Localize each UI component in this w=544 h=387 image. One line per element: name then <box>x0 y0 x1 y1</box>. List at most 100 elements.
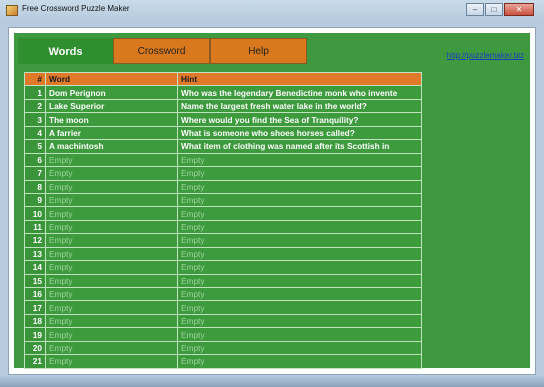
tab-crossword[interactable]: Crossword <box>113 38 210 64</box>
table-row[interactable]: 11 Empty Empty <box>24 219 422 235</box>
client-area: Words Crossword Help http://puzzlemaker.… <box>8 27 536 375</box>
word-cell[interactable]: Empty <box>45 246 178 262</box>
hint-cell[interactable]: Empty <box>177 166 422 181</box>
row-number: 4 <box>24 125 46 141</box>
words-table: # Word Hint 1 Dom Perignon Who was the leg… <box>24 71 422 369</box>
hint-cell[interactable]: Name the largest fresh water lake in the… <box>177 98 422 114</box>
table-row[interactable]: 9 Empty Empty <box>24 192 422 208</box>
hint-cell[interactable]: Empty <box>177 179 422 194</box>
row-number: 10 <box>24 206 46 221</box>
table-row[interactable]: 19 Empty Empty <box>24 327 422 342</box>
row-number: 14 <box>24 260 46 275</box>
table-row[interactable]: 4A farrier What is someone who shoes hors… <box>24 125 422 141</box>
hint-cell[interactable]: What is someone who shoes horses called? <box>177 125 422 141</box>
hint-cell[interactable]: Empty <box>177 313 422 329</box>
minimize-button[interactable]: – <box>466 3 484 16</box>
column-header-number: # <box>24 71 46 87</box>
table-row[interactable]: 15 Empty Empty <box>24 273 422 289</box>
website-link[interactable]: http://puzzlemaker.biz <box>447 51 524 60</box>
table-row[interactable]: 10 Empty Empty <box>24 206 422 221</box>
hint-cell[interactable]: Empty <box>177 246 422 262</box>
table-row[interactable]: 12 Empty Empty <box>24 233 422 248</box>
table-row[interactable]: 5A machintosh What item of clothing was n… <box>24 139 422 154</box>
row-number: 9 <box>24 192 46 208</box>
word-cell[interactable]: Empty <box>45 313 178 329</box>
word-cell[interactable]: A farrier <box>45 125 178 141</box>
row-number: 8 <box>24 179 46 194</box>
row-number: 17 <box>24 300 46 315</box>
hint-cell[interactable]: Empty <box>177 206 422 221</box>
hint-cell[interactable]: Empty <box>177 286 422 302</box>
row-number: 2 <box>24 98 46 114</box>
hint-cell[interactable]: Empty <box>177 192 422 208</box>
title-bar[interactable]: Free Crossword Puzzle Maker – □ ✕ <box>0 0 544 22</box>
hint-cell[interactable]: Empty <box>177 273 422 289</box>
word-cell[interactable]: Empty <box>45 273 178 289</box>
table-row[interactable]: 6 Empty Empty <box>24 152 422 168</box>
row-number: 5 <box>24 139 46 154</box>
word-cell[interactable]: Empty <box>45 166 178 181</box>
table-row[interactable]: 2 Lake Superior Name the largest fresh wat… <box>24 98 422 114</box>
table-row[interactable]: 13 Empty Empty <box>24 246 422 262</box>
window-controls: – □ ✕ <box>465 3 534 17</box>
table-row[interactable]: 16 Empty Empty <box>24 286 422 302</box>
word-cell[interactable]: Empty <box>45 260 178 275</box>
hint-cell[interactable]: Empty <box>177 233 422 248</box>
table-row[interactable]: 14 Empty Empty <box>24 260 422 275</box>
table-row[interactable]: 20 Empty Empty <box>24 340 422 356</box>
word-cell[interactable]: Empty <box>45 233 178 248</box>
word-cell[interactable]: Empty <box>45 219 178 235</box>
row-number: 20 <box>24 340 46 356</box>
word-cell[interactable]: Empty <box>45 206 178 221</box>
word-cell[interactable]: Empty <box>45 340 178 356</box>
word-cell[interactable]: The moon <box>45 112 178 127</box>
word-cell[interactable]: Lake Superior <box>45 98 178 114</box>
tab-bar: Words Crossword Help <box>18 38 307 64</box>
table-row[interactable]: 1 Dom Perignon Who was the legendary Bened… <box>24 85 422 100</box>
column-header-word: Word <box>45 71 178 87</box>
row-number: 16 <box>24 286 46 302</box>
row-number: 18 <box>24 313 46 329</box>
hint-cell[interactable]: Empty <box>177 327 422 342</box>
hint-cell[interactable]: Empty <box>177 152 422 168</box>
window-title: Free Crossword Puzzle Maker <box>22 4 130 13</box>
tab-help[interactable]: Help <box>210 38 307 64</box>
word-cell[interactable]: Dom Perignon <box>45 85 178 100</box>
row-number: 19 <box>24 327 46 342</box>
hint-cell[interactable]: Empty <box>177 340 422 356</box>
word-cell[interactable]: A machintosh <box>45 139 178 154</box>
hint-cell[interactable]: Who was the legendary Benedictine monk w… <box>177 85 422 100</box>
row-number: 11 <box>24 219 46 235</box>
hint-cell[interactable]: Empty <box>177 354 422 369</box>
word-cell[interactable]: Empty <box>45 152 178 168</box>
row-number: 13 <box>24 246 46 262</box>
word-cell[interactable]: Empty <box>45 327 178 342</box>
hint-cell[interactable]: Where would you find the Sea of Tranquil… <box>177 112 422 127</box>
maximize-button[interactable]: □ <box>485 3 503 16</box>
table-row[interactable]: 8 Empty Empty <box>24 179 422 194</box>
word-cell[interactable]: Empty <box>45 300 178 315</box>
maximize-icon: □ <box>491 5 497 14</box>
word-cell[interactable]: Empty <box>45 179 178 194</box>
word-cell[interactable]: Empty <box>45 192 178 208</box>
row-number: 7 <box>24 166 46 181</box>
table-row[interactable]: 7 Empty Empty <box>24 166 422 181</box>
word-cell[interactable]: Empty <box>45 286 178 302</box>
hint-cell[interactable]: Empty <box>177 219 422 235</box>
word-cell[interactable]: Empty <box>45 354 178 369</box>
hint-cell[interactable]: Empty <box>177 300 422 315</box>
table-row[interactable]: 18 Empty Empty <box>24 313 422 329</box>
hint-cell[interactable]: What item of clothing was named after it… <box>177 139 422 154</box>
close-button[interactable]: ✕ <box>504 3 534 16</box>
column-header-hint: Hint <box>177 71 422 87</box>
row-number: 15 <box>24 273 46 289</box>
row-number: 12 <box>24 233 46 248</box>
row-number: 1 <box>24 85 46 100</box>
hint-cell[interactable]: Empty <box>177 260 422 275</box>
row-number: 3 <box>24 112 46 127</box>
table-row[interactable]: 3 The moon Where would you find the Sea of… <box>24 112 422 127</box>
tab-words[interactable]: Words <box>18 38 113 64</box>
table-row[interactable]: 21 Empty Empty <box>24 354 422 369</box>
app-window: Free Crossword Puzzle Maker – □ ✕ Words … <box>0 0 544 387</box>
table-row[interactable]: 17 Empty Empty <box>24 300 422 315</box>
